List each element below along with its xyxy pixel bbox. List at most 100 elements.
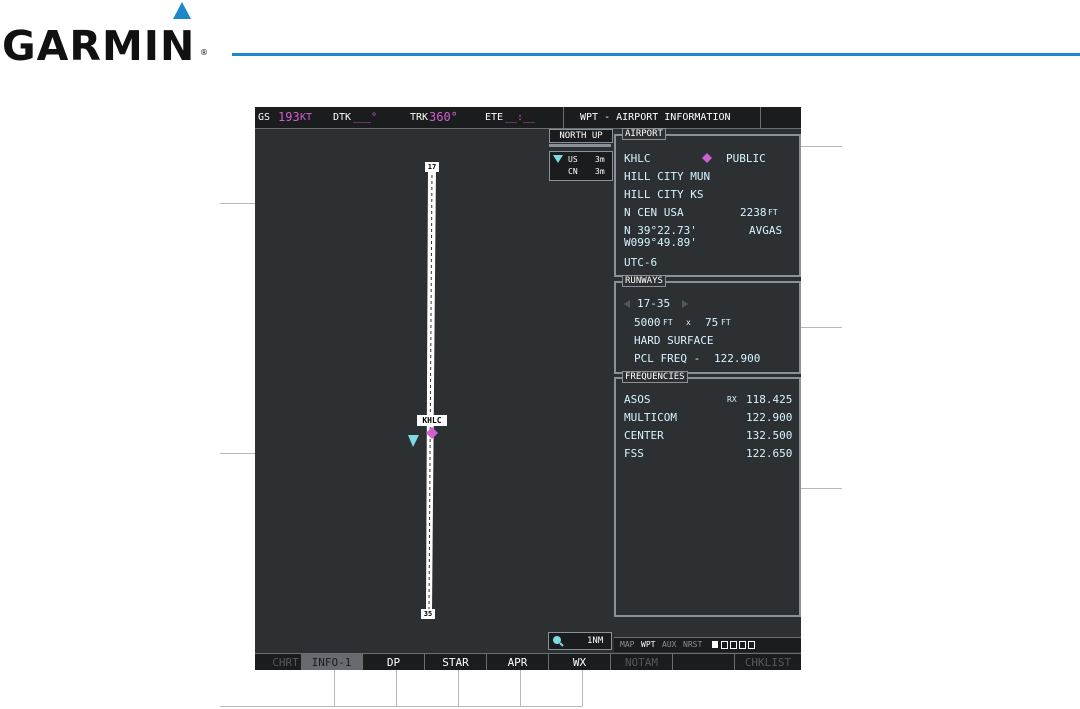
softkey-star[interactable]: STAR	[425, 654, 487, 670]
gs-value: 193	[278, 110, 300, 124]
gs-label: GS	[258, 112, 271, 123]
page-group-wpt: WPT	[641, 640, 656, 649]
airport-city: HILL CITY KS	[624, 188, 704, 201]
runway-end-label-35: 35	[421, 609, 435, 619]
runway-end-label-17: 17	[425, 162, 439, 172]
airport-panel-title: AIRPORT	[622, 128, 666, 140]
softkey-info-1[interactable]: INFO-1	[301, 654, 363, 670]
runway-17-35	[426, 167, 436, 611]
page-group-nrst: NRST	[683, 640, 703, 649]
airport-map[interactable]: 17 35 KHLC NORTH UP US 3m CN 3m 1NM	[255, 129, 613, 652]
airport-elevation-unit: FT	[768, 208, 778, 217]
callout-line	[334, 670, 335, 706]
airport-ident[interactable]: KHLC	[624, 152, 651, 165]
callout-line	[800, 327, 842, 328]
airport-panel: AIRPORT KHLC PUBLIC HILL CITY MUN HILL C…	[614, 128, 801, 277]
trk-value: 360°	[429, 110, 458, 124]
mfd-screen: GS 193 KT DTK ___° TRK 360° ETE __:__ WP…	[255, 107, 801, 670]
legend-us-value: 3m	[595, 155, 605, 164]
runway-length-unit: FT	[663, 318, 673, 327]
callout-line	[800, 146, 842, 147]
runway-width: 75	[705, 316, 719, 329]
orientation-divider	[549, 144, 611, 147]
map-range[interactable]: 1NM	[548, 632, 612, 650]
trk-label: TRK	[410, 112, 429, 123]
page-indicator-active	[712, 641, 718, 648]
runway-designation[interactable]: 17-35	[637, 297, 670, 310]
topbar-divider	[563, 107, 564, 128]
airport-region: N CEN USA	[624, 206, 684, 219]
page-indicator	[730, 641, 737, 649]
legend-cn-value: 3m	[595, 167, 605, 176]
softkey-apr[interactable]: APR	[487, 654, 549, 670]
softkey-notam[interactable]: NOTAM	[611, 654, 673, 670]
page-group-aux: AUX	[662, 640, 677, 649]
frequency-name: MULTICOM	[624, 411, 677, 424]
callout-line	[800, 488, 842, 489]
airport-type: PUBLIC	[726, 152, 766, 165]
map-range-value: 1NM	[587, 636, 604, 646]
frequency-name: FSS	[624, 447, 644, 460]
ete-label: ETE	[485, 112, 504, 123]
page-group-indicator: MAP WPT AUX NRST	[614, 637, 801, 652]
topbar-divider	[760, 107, 761, 128]
dtk-label: DTK	[333, 112, 352, 123]
frequency-name: ASOS	[624, 393, 651, 406]
frequency-value[interactable]: 132.500	[746, 429, 792, 442]
runway-width-unit: FT	[721, 318, 731, 327]
softkey-dp[interactable]: DP	[363, 654, 425, 670]
runways-panel-title: RUNWAYS	[622, 275, 666, 287]
frequency-name: CENTER	[624, 429, 664, 442]
softkey-wx[interactable]: WX	[549, 654, 611, 670]
airport-symbol-icon	[702, 153, 712, 163]
dtk-value: ___°	[353, 112, 378, 123]
nav-status-bar: GS 193 KT DTK ___° TRK 360° ETE __:__ WP…	[255, 107, 801, 129]
gs-unit: KT	[300, 112, 313, 123]
garmin-logo: GARMIN ®	[0, 0, 215, 70]
map-orientation[interactable]: NORTH UP	[549, 129, 613, 143]
previous-runway-arrow-icon[interactable]	[624, 300, 630, 308]
frequencies-panel-title: FREQUENCIES	[622, 371, 688, 383]
softkey-blank[interactable]	[673, 654, 735, 670]
page-indicator	[721, 641, 728, 649]
frequency-value[interactable]: 118.425	[746, 393, 792, 406]
logo-triangle-icon	[173, 2, 191, 19]
map-legend: US 3m CN 3m	[549, 151, 613, 181]
airport-longitude: W099°49.89'	[624, 236, 697, 249]
runway-dimension-separator: x	[686, 318, 691, 327]
aircraft-position-icon	[408, 435, 419, 447]
runway-surface: HARD SURFACE	[634, 334, 714, 347]
airport-elevation: 2238	[740, 206, 767, 219]
airport-name: HILL CITY MUN	[624, 170, 711, 183]
airport-timezone: UTC-6	[624, 256, 658, 269]
brand-name: GARMIN	[2, 22, 196, 70]
frequencies-panel: FREQUENCIES ASOS RX 118.425 MULTICOM 122…	[614, 371, 801, 617]
next-runway-arrow-icon[interactable]	[682, 300, 688, 308]
frequency-value[interactable]: 122.650	[746, 447, 792, 460]
airport-map-label: KHLC	[417, 415, 447, 426]
page-group-map: MAP	[620, 640, 635, 649]
pcl-frequency-label: PCL FREQ -	[634, 352, 701, 365]
legend-us-label: US	[568, 155, 578, 164]
page-indicator	[748, 641, 755, 649]
brand-registered-mark: ®	[200, 48, 208, 57]
softkey-bar: CHRT INFO-1 DP STAR APR WX NOTAM CHKLIST	[255, 653, 801, 670]
callout-line	[220, 706, 582, 707]
aircraft-legend-icon	[553, 155, 563, 163]
page-indicator	[739, 641, 746, 649]
softkey-chklist[interactable]: CHKLIST	[735, 654, 801, 670]
header-rule	[232, 53, 1080, 56]
legend-cn-label: CN	[568, 167, 578, 176]
callout-line	[520, 670, 521, 706]
callout-line	[396, 670, 397, 706]
pcl-frequency-value: 122.900	[714, 352, 761, 365]
callout-line	[582, 670, 583, 706]
page-title: WPT - AIRPORT INFORMATION	[580, 112, 731, 123]
frequency-value[interactable]: 122.900	[746, 411, 792, 424]
runways-panel: RUNWAYS 17-35 5000 FT x 75 FT HARD SURFA…	[614, 275, 801, 374]
ete-value: __:__	[505, 112, 536, 123]
airport-fuel: AVGAS	[749, 224, 783, 237]
frequency-prefix: RX	[727, 395, 737, 404]
runway-length: 5000	[634, 316, 661, 329]
callout-line	[458, 670, 459, 706]
